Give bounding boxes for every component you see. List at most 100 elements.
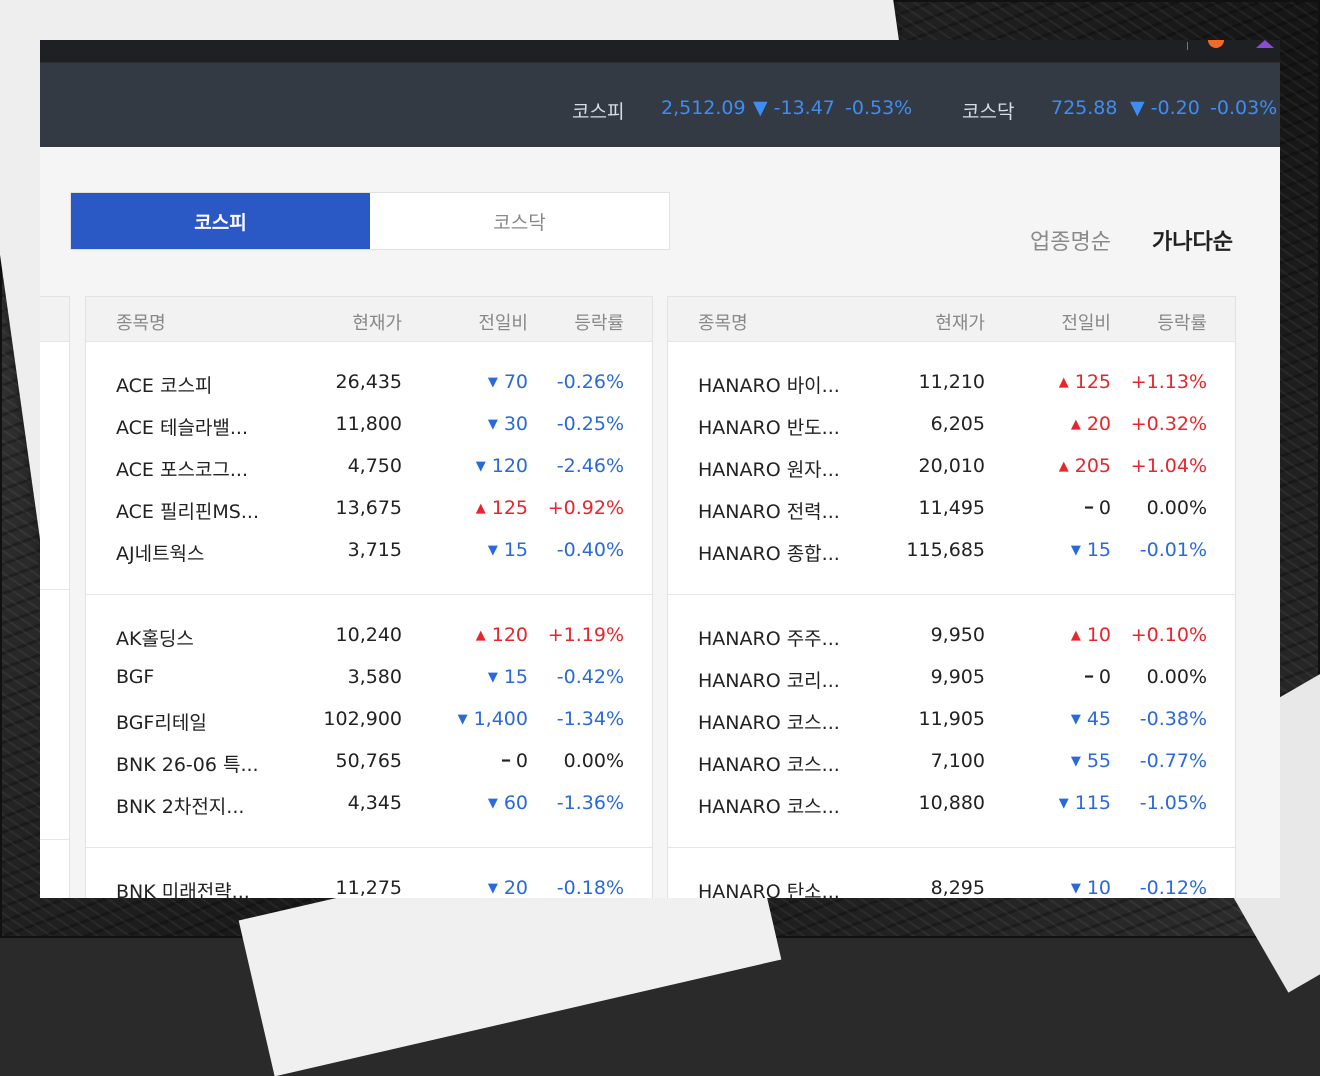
stock-price: 50,765	[335, 750, 402, 772]
stock-name[interactable]: HANARO 종합...	[698, 539, 840, 566]
brave-shield-icon[interactable]	[1208, 40, 1224, 48]
column-header-diff: 전일비	[1061, 313, 1111, 334]
stock-diff: ━ 0	[1085, 666, 1111, 688]
panel-header	[40, 297, 69, 342]
stock-rate: 0.00%	[563, 750, 624, 772]
stock-name[interactable]: HANARO 주주...	[698, 624, 840, 651]
sort-by-sector[interactable]: 업종명순	[1030, 224, 1111, 256]
stock-diff-value: 45	[1086, 708, 1111, 730]
stock-name[interactable]: BGF	[116, 666, 154, 688]
tab-kosdaq[interactable]: 코스닥	[370, 193, 669, 249]
stock-diff-value: 0	[1098, 497, 1111, 519]
stock-rate: +0.32%	[1130, 413, 1207, 435]
stock-name[interactable]: BNK 2차전지...	[116, 792, 244, 819]
stock-rate: -0.26%	[556, 371, 624, 393]
stock-diff-value: 205	[1074, 455, 1111, 477]
stock-diff-value: 1,400	[473, 708, 528, 730]
stock-row[interactable]: HANARO 반도... 6,205 ▲ 20 +0.32%	[668, 404, 1235, 446]
stock-row[interactable]: ACE 포스코그... 4,750 ▼ 120 -2.46%	[86, 446, 652, 488]
stock-group: BNK 미래전략... 11,275 ▼ 20 -0.18%	[86, 848, 652, 898]
stock-diff: ▼ 120	[476, 455, 528, 477]
down-triangle-icon: ▼	[487, 881, 498, 896]
stock-row[interactable]: AJ네트웍스 3,715 ▼ 15 -0.40%	[86, 530, 652, 572]
stock-row[interactable]: HANARO 전력... 11,495 ━ 0 0.00%	[668, 488, 1235, 530]
stock-rate: +0.92%	[547, 497, 624, 519]
down-triangle-icon: ▼	[1070, 712, 1081, 727]
stock-row[interactable]: HANARO 코스... 7,100 ▼ 55 -0.77%	[668, 741, 1235, 783]
market-tabs: 코스피 코스닥	[70, 192, 670, 250]
sort-by-name[interactable]: 가나다순	[1152, 224, 1233, 256]
stock-name[interactable]: HANARO 전력...	[698, 497, 840, 524]
stock-diff: ▼ 15	[488, 666, 528, 688]
extension-icon[interactable]	[1256, 40, 1274, 48]
stock-diff: ▼ 55	[1071, 750, 1111, 772]
stock-row[interactable]: HANARO 바이... 11,210 ▲ 125 +1.13%	[668, 362, 1235, 404]
stock-price: 9,905	[930, 666, 985, 688]
stock-price: 20,010	[918, 455, 985, 477]
stock-name[interactable]: BGF리테일	[116, 708, 207, 735]
stock-diff: ▲ 125	[1059, 371, 1111, 393]
stock-name[interactable]: HANARO 코스...	[698, 750, 840, 777]
stock-rate: -0.42%	[556, 666, 624, 688]
stock-row[interactable]: AK홀딩스 10,240 ▲ 120 +1.19%	[86, 615, 652, 657]
stock-price: 11,495	[918, 497, 985, 519]
stock-row[interactable]: HANARO 종합... 115,685 ▼ 15 -0.01%	[668, 530, 1235, 572]
stock-row[interactable]: ACE 코스피 26,435 ▼ 70 -0.26%	[86, 362, 652, 404]
tab-kospi[interactable]: 코스피	[71, 193, 370, 249]
stock-name[interactable]: HANARO 반도...	[698, 413, 840, 440]
stock-row[interactable]: HANARO 코스... 11,905 ▼ 45 -0.38%	[668, 699, 1235, 741]
stock-name[interactable]: HANARO 코스...	[698, 708, 840, 735]
stock-group: HANARO 주주... 9,950 ▲ 10 +0.10% HANARO 코리... 9,…	[668, 595, 1235, 848]
stock-price: 10,240	[335, 624, 402, 646]
stock-row[interactable]: BGF리테일 102,900 ▼ 1,400 -1.34%	[86, 699, 652, 741]
stock-rate: -2.46%	[556, 455, 624, 477]
stock-diff-value: 125	[1074, 371, 1111, 393]
stock-name[interactable]: HANARO 바이...	[698, 371, 840, 398]
column-header-rate: 등락률	[1157, 313, 1207, 334]
stock-diff: ▼ 60	[488, 792, 528, 814]
stock-diff: ▲ 205	[1059, 455, 1111, 477]
stock-name[interactable]: AK홀딩스	[116, 624, 194, 651]
stock-row[interactable]: HANARO 주주... 9,950 ▲ 10 +0.10%	[668, 615, 1235, 657]
stock-diff: ▼ 70	[488, 371, 528, 393]
stock-name[interactable]: ACE 코스피	[116, 371, 212, 398]
stock-row[interactable]: BNK 2차전지... 4,345 ▼ 60 -1.36%	[86, 783, 652, 825]
stock-row[interactable]: ACE 테슬라밸... 11,800 ▼ 30 -0.25%	[86, 404, 652, 446]
stock-name[interactable]: ACE 테슬라밸...	[116, 413, 248, 440]
stock-price: 102,900	[323, 708, 402, 730]
column-header-diff: 전일비	[478, 313, 528, 334]
stock-row[interactable]: ACE 필리핀MS... 13,675 ▲ 125 +0.92%	[86, 488, 652, 530]
stock-row[interactable]: BGF 3,580 ▼ 15 -0.42%	[86, 657, 652, 699]
stock-name[interactable]: BNK 26-06 특...	[116, 750, 259, 777]
stock-diff: ▼ 45	[1071, 708, 1111, 730]
stock-groups: HANARO 바이... 11,210 ▲ 125 +1.13% HANARO 반도...…	[668, 342, 1235, 898]
stock-rate: -0.38%	[1139, 708, 1207, 730]
stock-name[interactable]: HANARO 코스...	[698, 792, 840, 819]
stock-name[interactable]: ACE 포스코그...	[116, 455, 248, 482]
stock-row[interactable]: BNK 26-06 특... 50,765 ━ 0 0.00%	[86, 741, 652, 783]
stock-name[interactable]: ACE 필리핀MS...	[116, 497, 259, 524]
column-header-name: 종목명	[698, 313, 748, 334]
stock-name[interactable]: AJ네트웍스	[116, 539, 205, 566]
stock-name[interactable]: HANARO 원자...	[698, 455, 840, 482]
stock-rate: -0.01%	[1139, 539, 1207, 561]
down-triangle-icon: ▼	[487, 375, 498, 390]
stock-row[interactable]: HANARO 원자... 20,010 ▲ 205 +1.04%	[668, 446, 1235, 488]
stock-name[interactable]: BNK 미래전략...	[116, 877, 250, 898]
stock-rate: -1.05%	[1139, 792, 1207, 814]
stock-panel-left-partial	[40, 296, 70, 898]
stock-name[interactable]: HANARO 탄소...	[698, 877, 840, 898]
stock-name[interactable]: HANARO 코리...	[698, 666, 840, 693]
stock-group: ACE 코스피 26,435 ▼ 70 -0.26% ACE 테슬라밸... 11,800 ▼…	[86, 342, 652, 595]
stock-price: 6,205	[930, 413, 985, 435]
browser-window: 코스피 2,512.09 ▼ -13.47 -0.53% 코스닥 725.88 …	[40, 40, 1280, 898]
stock-rate: -0.77%	[1139, 750, 1207, 772]
stock-rate: +1.13%	[1130, 371, 1207, 393]
down-triangle-icon: ▼	[475, 459, 486, 474]
toolbar-divider	[1187, 42, 1188, 50]
stock-row[interactable]: BNK 미래전략... 11,275 ▼ 20 -0.18%	[86, 868, 652, 898]
stock-row[interactable]: HANARO 코리... 9,905 ━ 0 0.00%	[668, 657, 1235, 699]
stock-row[interactable]: HANARO 탄소... 8,295 ▼ 10 -0.12%	[668, 868, 1235, 898]
stock-row[interactable]: HANARO 코스... 10,880 ▼ 115 -1.05%	[668, 783, 1235, 825]
kospi-index-rate: -0.53%	[845, 97, 913, 119]
